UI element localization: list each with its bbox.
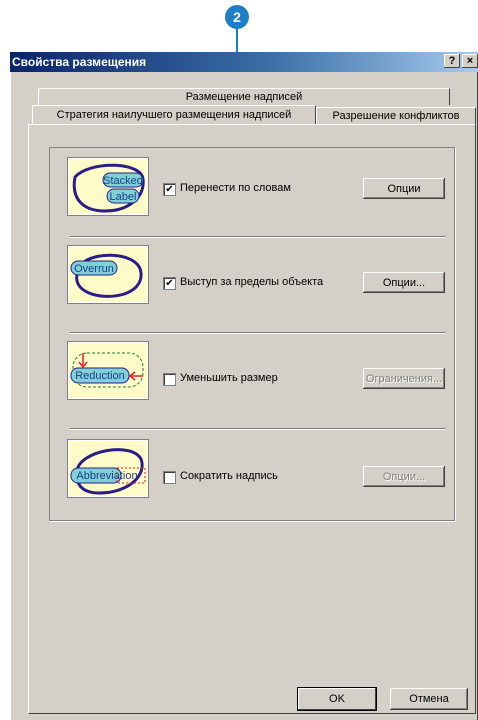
- row-stacked: Stacked Label ✔ Перенести по словам Опци…: [50, 148, 454, 238]
- reduction-preview: Reduction: [68, 342, 148, 399]
- overrun-preview: Overrun: [68, 246, 148, 303]
- row-abbreviation: Abbreviation Сократить надпись Опции...: [50, 430, 454, 520]
- reduction-text: Reduction: [75, 370, 125, 382]
- close-button[interactable]: ×: [462, 54, 478, 68]
- row-reduction: Reduction Уменьшить размер Ограничения..…: [50, 336, 454, 426]
- cancel-button[interactable]: Отмена: [390, 688, 468, 710]
- separator-1: [70, 236, 446, 238]
- strategy-group: Stacked Label ✔ Перенести по словам Опци…: [49, 147, 455, 521]
- limits-button: Ограничения...: [363, 368, 445, 389]
- title-buttons: ? ×: [444, 54, 478, 68]
- label-text: Label: [110, 191, 137, 203]
- tab-best-placement[interactable]: Стратегия наилучшего размещения надписей: [32, 105, 316, 124]
- help-button[interactable]: ?: [444, 54, 460, 68]
- checkbox-overrun[interactable]: ✔: [163, 277, 176, 290]
- abbreviation-text: Abbreviation: [76, 470, 137, 482]
- checkbox-reduce[interactable]: [163, 373, 176, 386]
- tab-conflict-resolution[interactable]: Разрешение конфликтов: [316, 107, 476, 124]
- overrun-label[interactable]: Выступ за пределы объекта: [180, 276, 323, 288]
- stacked-text: Stacked: [103, 175, 143, 187]
- overrun-text: Overrun: [74, 263, 114, 275]
- checkbox-abbreviate[interactable]: [163, 471, 176, 484]
- abbreviate-label[interactable]: Сократить надпись: [180, 470, 278, 482]
- abbreviation-preview: Abbreviation: [68, 440, 148, 497]
- window-title: Свойства размещения: [12, 55, 147, 69]
- options-button-4: Опции...: [363, 466, 445, 487]
- tab-label-placement[interactable]: Размещение надписей: [38, 88, 450, 105]
- reduce-label[interactable]: Уменьшить размер: [180, 372, 278, 384]
- checkbox-wrap-words[interactable]: ✔: [163, 183, 176, 196]
- row-overrun: Overrun ✔ Выступ за пределы объекта Опци…: [50, 240, 454, 330]
- title-bar[interactable]: Свойства размещения ? ×: [10, 52, 478, 72]
- separator-2: [70, 332, 446, 334]
- stacked-label-preview: Stacked Label: [68, 158, 148, 215]
- ok-button[interactable]: OK: [298, 688, 376, 710]
- callout-badge: 2: [225, 5, 249, 29]
- options-button-2[interactable]: Опции...: [363, 272, 445, 293]
- dialog-window: Свойства размещения ? × Размещение надпи…: [10, 52, 478, 720]
- tab-panel: Stacked Label ✔ Перенести по словам Опци…: [28, 124, 476, 714]
- options-button-1[interactable]: Опции: [363, 178, 445, 199]
- wrap-words-label[interactable]: Перенести по словам: [180, 182, 291, 194]
